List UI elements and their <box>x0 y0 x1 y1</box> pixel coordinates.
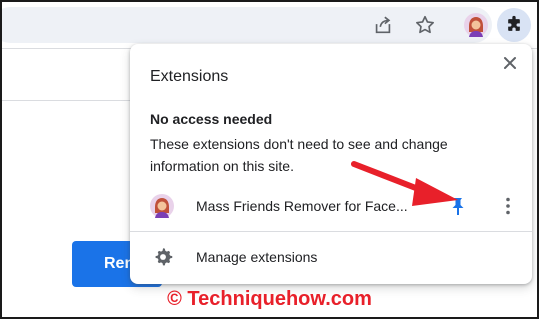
extensions-popup: Extensions No access needed These extens… <box>130 44 532 284</box>
close-icon[interactable] <box>498 51 522 75</box>
section-heading: No access needed <box>150 111 273 127</box>
share-icon[interactable] <box>368 10 398 40</box>
page-divider <box>2 100 132 101</box>
watermark: © Techniquehow.com <box>167 288 372 310</box>
popup-title: Extensions <box>150 68 229 85</box>
extension-avatar-icon <box>150 194 174 218</box>
popup-divider <box>130 231 532 232</box>
annotation-arrow-head <box>412 178 458 206</box>
manage-extensions-row[interactable]: Manage extensions <box>130 241 532 273</box>
browser-toolbar <box>2 2 537 48</box>
manage-extensions-label[interactable]: Manage extensions <box>196 249 317 265</box>
more-options-icon[interactable] <box>496 194 520 218</box>
extension-row[interactable]: Mass Friends Remover for Face... <box>130 188 532 224</box>
bookmark-star-icon[interactable] <box>410 10 440 40</box>
extensions-puzzle-icon[interactable] <box>497 8 531 42</box>
profile-avatar-icon[interactable] <box>461 10 491 40</box>
annotation-arrow-icon <box>351 161 458 206</box>
browser-window: Ren Extensions No access needed These ex… <box>0 0 539 319</box>
gear-icon <box>152 246 174 268</box>
